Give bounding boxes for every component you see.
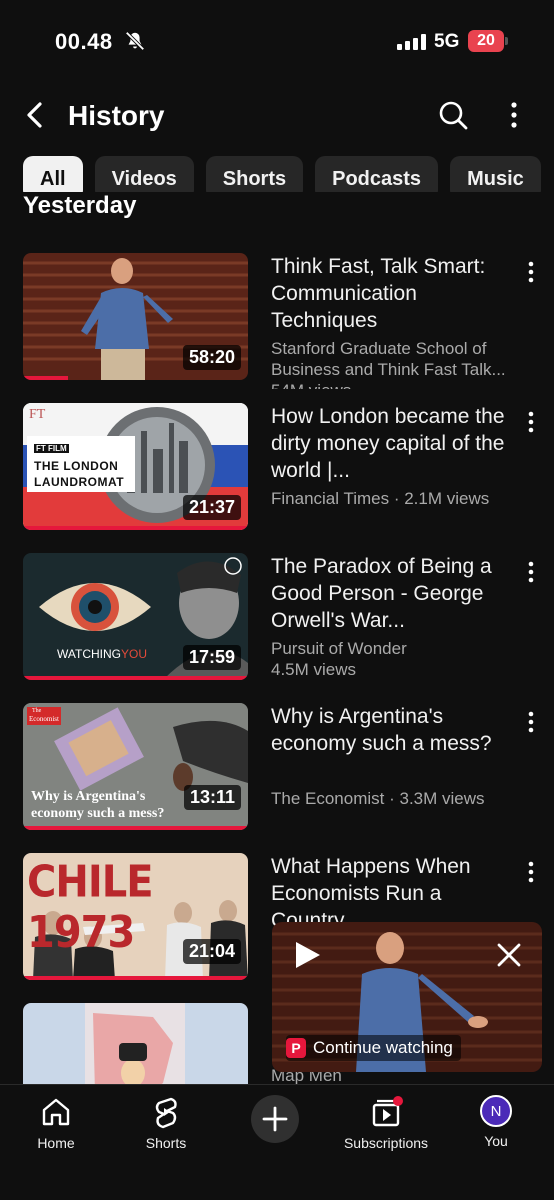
video-channel: Stanford Graduate School of	[271, 339, 487, 358]
video-more-icon[interactable]	[524, 411, 538, 433]
chip-videos[interactable]: Videos	[94, 156, 194, 192]
watch-progress	[23, 526, 248, 530]
network-type: 5G	[434, 31, 460, 52]
video-thumbnail[interactable]	[23, 1003, 248, 1084]
nav-you[interactable]: N You	[441, 1095, 551, 1149]
thumb-label-line1: THE LONDON	[34, 459, 119, 473]
thumb-label-line2: LAUNDROMAT	[34, 475, 125, 489]
video-more-icon[interactable]	[524, 861, 538, 883]
economist-logo-line2: Economist	[29, 715, 59, 723]
plus-icon	[262, 1106, 288, 1132]
video-title[interactable]: Think Fast, Talk Smart: Communication Te…	[271, 253, 516, 334]
nav-subscriptions-label: Subscriptions	[343, 1135, 429, 1151]
chip-podcasts[interactable]: Podcasts	[315, 156, 439, 192]
play-icon[interactable]	[294, 940, 322, 970]
back-arrow-icon[interactable]	[20, 100, 50, 130]
economist-logo-line1: The	[32, 708, 42, 714]
video-duration: 13:11	[183, 785, 241, 810]
nav-home-label: Home	[37, 1135, 75, 1151]
podcast-badge-icon: P	[286, 1038, 306, 1058]
video-title[interactable]: The Paradox of Being a Good Person - Geo…	[271, 553, 516, 634]
battery-tip	[505, 37, 508, 45]
avatar: N	[480, 1095, 512, 1127]
video-more-icon[interactable]	[524, 561, 538, 583]
chip-all[interactable]: All	[23, 156, 83, 192]
video-title[interactable]: What Happens When Economists Run a Count…	[271, 853, 516, 926]
page-title: History	[68, 100, 165, 131]
nav-subscriptions[interactable]: Subscriptions	[331, 1095, 441, 1151]
video-thumbnail[interactable]: WATCHING YOU 17:59	[23, 553, 248, 680]
video-item[interactable]: FT FT FILM THE LONDON LAUNDROMAT 21:37 H…	[0, 403, 554, 535]
signal-icon	[397, 34, 426, 50]
thumb-label-small: FT FILM	[34, 444, 69, 453]
video-channel: Pursuit of Wonder	[271, 639, 407, 658]
video-channel-cont: Business and Think Fast Talk...	[271, 360, 506, 379]
nav-home[interactable]: Home	[1, 1095, 111, 1151]
nav-shorts[interactable]: Shorts	[111, 1095, 221, 1151]
thumbnail-image	[23, 1003, 248, 1084]
watch-progress	[23, 826, 248, 830]
nav-shorts-label: Shorts	[145, 1135, 187, 1151]
section-heading: Yesterday	[23, 192, 137, 219]
video-duration: 21:04	[182, 939, 241, 964]
bottom-navigation: Home Shorts Subscriptions N You	[0, 1084, 554, 1200]
status-time: 00.48	[55, 29, 113, 54]
create-button[interactable]	[251, 1095, 299, 1143]
video-thumbnail[interactable]: CHILE 1973 21:04	[23, 853, 248, 980]
search-icon[interactable]	[436, 98, 470, 132]
video-more-icon[interactable]	[524, 261, 538, 283]
filter-chips: All Videos Shorts Podcasts Music	[23, 156, 554, 192]
thumb-watching-text: WATCHING	[57, 647, 121, 661]
nav-you-label: You	[484, 1133, 508, 1149]
video-duration: 17:59	[182, 645, 241, 670]
video-views: 54M views	[271, 380, 529, 389]
video-thumbnail[interactable]: 58:20	[23, 253, 248, 380]
video-thumbnail[interactable]: FT FT FILM THE LONDON LAUNDROMAT 21:37	[23, 403, 248, 530]
video-duration: 58:20	[182, 345, 241, 370]
video-item[interactable]: 58:20 Think Fast, Talk Smart: Communicat…	[0, 253, 554, 389]
video-item[interactable]: The Economist Why is Argentina's economy…	[0, 703, 554, 835]
video-thumbnail[interactable]: The Economist Why is Argentina's economy…	[23, 703, 248, 830]
shorts-icon	[155, 1097, 177, 1129]
video-more-icon[interactable]	[524, 711, 538, 733]
thumb-caption-line1: Why is Argentina's	[31, 789, 146, 804]
close-icon[interactable]	[496, 942, 522, 968]
video-item[interactable]: WATCHING YOU 17:59 The Paradox of Being …	[0, 553, 554, 685]
video-channel: The Economist · 3.3M views	[271, 789, 485, 808]
home-icon	[42, 1098, 70, 1126]
continue-watching-label: Continue watching	[313, 1038, 453, 1057]
video-channel: Financial Times · 2.1M views	[271, 489, 490, 508]
bell-muted-icon	[125, 31, 145, 51]
thumb-you-text: YOU	[121, 647, 148, 661]
ft-logo: FT	[29, 407, 46, 422]
app-header: History	[0, 88, 554, 144]
watch-progress	[23, 376, 68, 380]
more-options-icon[interactable]	[500, 98, 528, 132]
chip-music[interactable]: Music	[450, 156, 541, 192]
video-views: 4.5M views	[271, 660, 357, 679]
video-title[interactable]: How London became the dirty money capita…	[271, 403, 516, 484]
video-title[interactable]: Why is Argentina's economy such a mess?	[271, 703, 516, 757]
thumb-caption-line2: economy such a mess?	[31, 806, 165, 821]
mini-player[interactable]: P Continue watching	[272, 922, 542, 1072]
watch-progress	[23, 676, 248, 680]
chip-shorts[interactable]: Shorts	[205, 156, 304, 192]
video-duration: 21:37	[182, 495, 241, 520]
battery-icon: 20	[468, 30, 504, 52]
subscriptions-icon	[372, 1096, 403, 1127]
watch-progress	[23, 976, 248, 980]
continue-watching-badge[interactable]: P Continue watching	[286, 1035, 461, 1061]
status-bar: 00.48 5G 20	[0, 0, 554, 80]
